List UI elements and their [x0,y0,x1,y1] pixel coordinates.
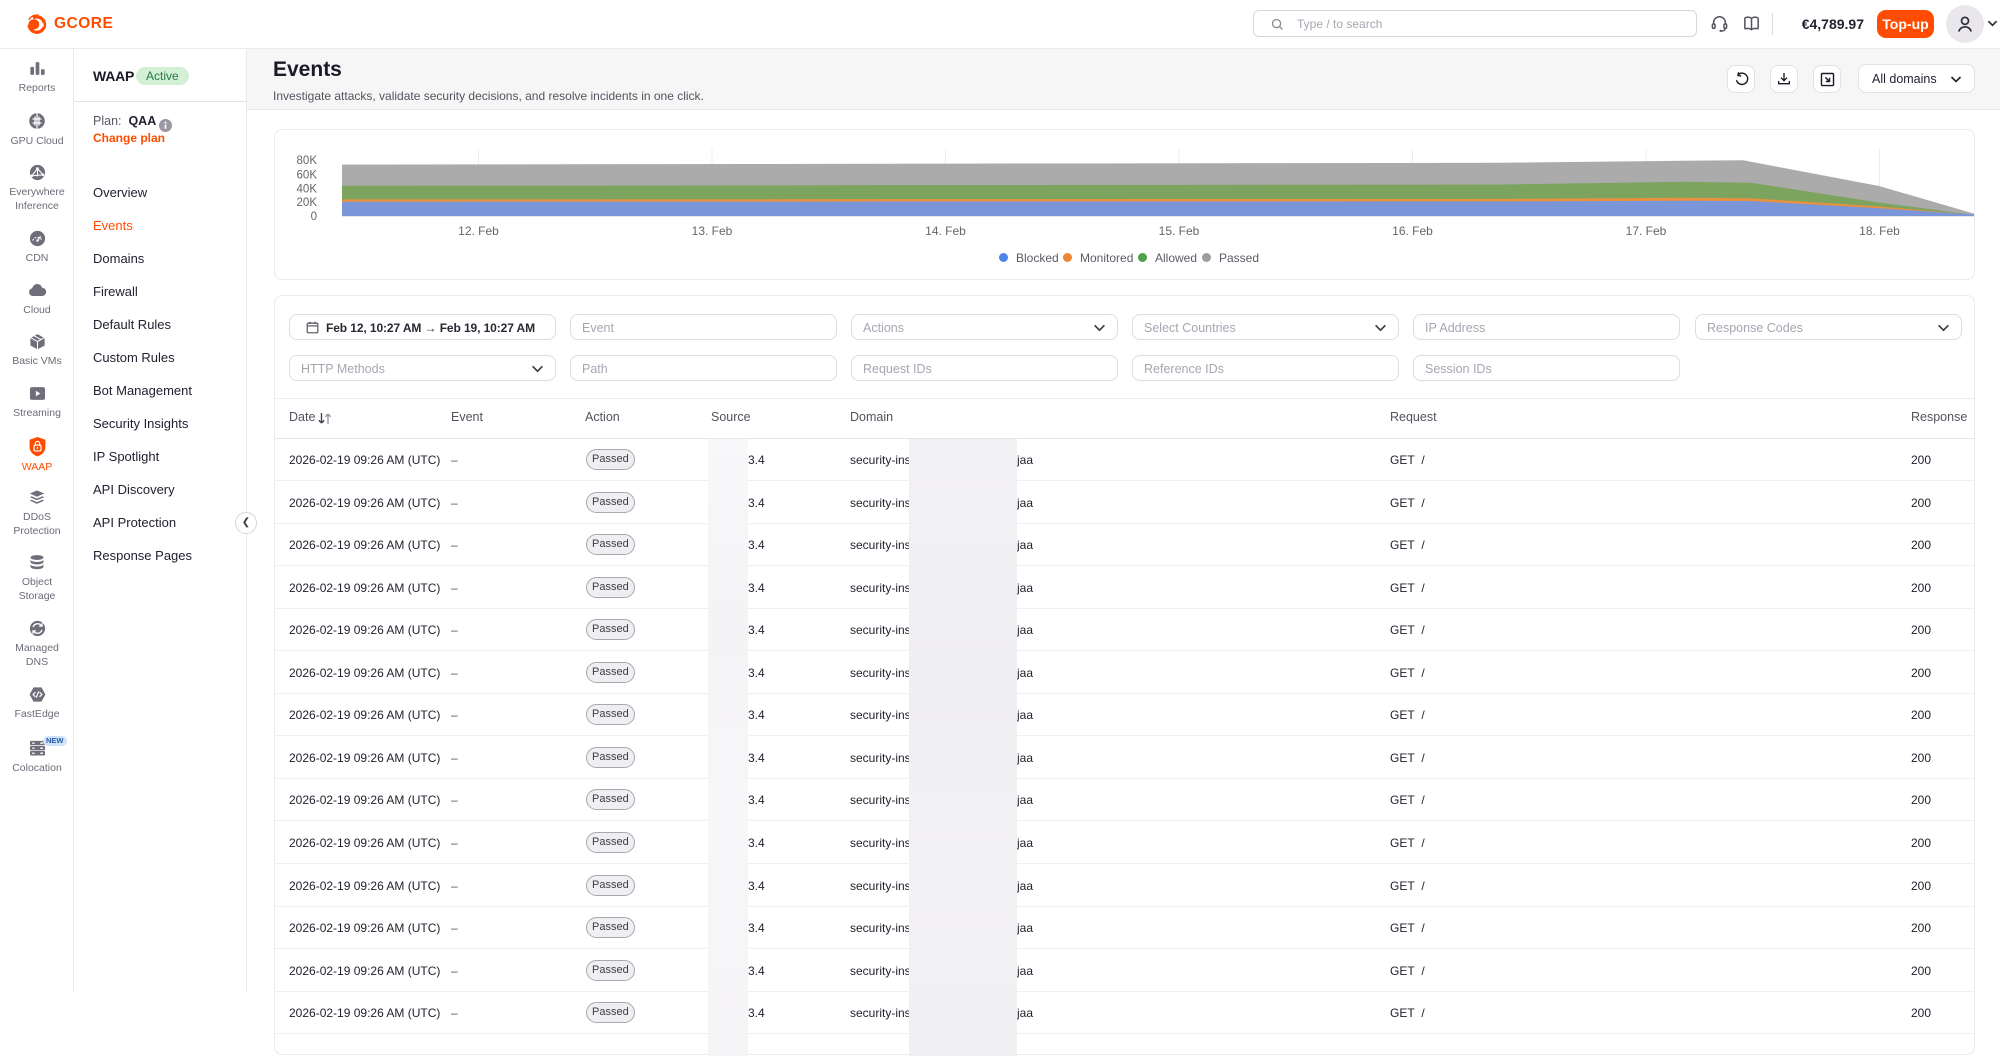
svg-text:15. Feb: 15. Feb [1159,224,1200,238]
svg-text:60K: 60K [297,170,318,182]
svg-text:13. Feb: 13. Feb [692,224,733,238]
svg-text:14. Feb: 14. Feb [925,224,966,238]
svg-text:17. Feb: 17. Feb [1626,224,1667,238]
svg-text:80K: 80K [297,155,318,167]
svg-text:0: 0 [311,211,317,223]
svg-text:16. Feb: 16. Feb [1392,224,1433,238]
svg-text:40K: 40K [297,184,318,196]
svg-text:20K: 20K [297,197,318,209]
svg-text:12. Feb: 12. Feb [458,224,499,238]
svg-text:18. Feb: 18. Feb [1859,224,1900,238]
